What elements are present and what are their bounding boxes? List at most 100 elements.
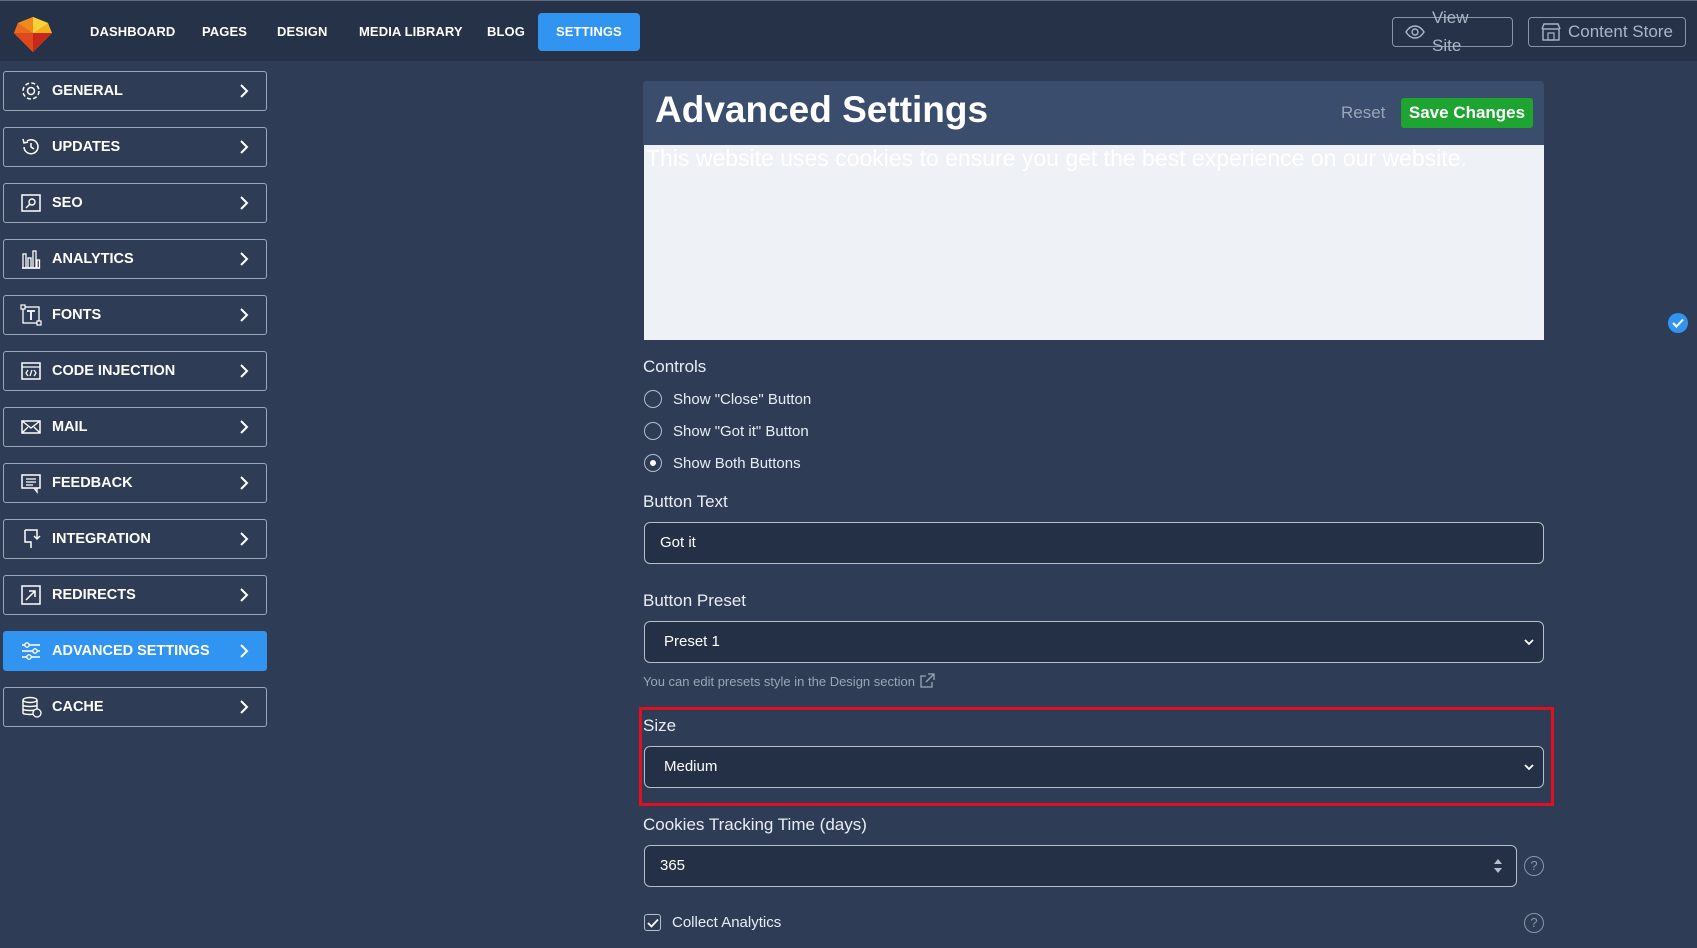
chevron-down-icon xyxy=(1524,639,1534,646)
bar-chart-icon xyxy=(19,248,43,270)
button-text-label: Button Text xyxy=(643,492,728,511)
radio-label: Show "Close" Button xyxy=(673,390,812,408)
external-link-icon[interactable] xyxy=(919,673,935,689)
radio-label: Show "Got it" Button xyxy=(673,422,809,440)
sidebar-item-feedback[interactable]: FEEDBACK xyxy=(3,463,267,503)
chevron-right-icon xyxy=(240,532,249,546)
chevron-right-icon xyxy=(240,196,249,210)
sidebar-item-fonts[interactable]: FONTS xyxy=(3,295,267,335)
chevron-right-icon xyxy=(240,644,249,658)
panel-header: Advanced Settings Reset Save Changes xyxy=(643,81,1544,145)
nav-blog[interactable]: BLOG xyxy=(487,13,525,51)
radio-label: Show Both Buttons xyxy=(673,454,801,472)
radio-button[interactable] xyxy=(644,422,662,440)
history-icon xyxy=(19,136,43,158)
preset-hint: You can edit presets style in the Design… xyxy=(643,673,935,689)
chevron-right-icon xyxy=(240,84,249,98)
seo-icon xyxy=(19,192,43,214)
preset-hint-text: You can edit presets style in the Design… xyxy=(643,673,915,689)
top-navbar: DASHBOARD PAGES DESIGN MEDIA LIBRARY BLO… xyxy=(0,0,1697,61)
store-icon xyxy=(1541,23,1561,41)
check-icon[interactable] xyxy=(1668,313,1688,333)
size-label: Size xyxy=(643,716,677,735)
sidebar-item-label: CACHE xyxy=(52,699,104,715)
button-preset-select[interactable]: Preset 1 xyxy=(644,621,1544,663)
chevron-right-icon xyxy=(240,588,249,602)
sidebar-item-label: UPDATES xyxy=(52,139,121,155)
nav-dashboard[interactable]: DASHBOARD xyxy=(90,13,175,51)
checkbox-checked[interactable] xyxy=(644,914,661,931)
sidebar-item-label: FEEDBACK xyxy=(52,475,133,491)
chevron-right-icon xyxy=(240,364,249,378)
sidebar-item-integration[interactable]: INTEGRATION xyxy=(3,519,267,559)
button-text-input[interactable]: Got it xyxy=(644,522,1544,564)
sidebar-item-label: FONTS xyxy=(52,307,102,323)
sidebar-item-analytics[interactable]: ANALYTICS xyxy=(3,239,267,279)
mail-icon xyxy=(19,416,43,438)
chevron-right-icon xyxy=(240,420,249,434)
cookie-banner-preview: This website uses cookies to ensure you … xyxy=(644,145,1544,340)
collect-analytics-label: Collect Analytics xyxy=(672,914,782,931)
eye-icon xyxy=(1405,25,1425,39)
database-icon xyxy=(19,696,43,718)
sidebar-item-label: GENERAL xyxy=(52,83,123,99)
sidebar-item-label: ADVANCED SETTINGS xyxy=(52,643,210,659)
radio-button-selected[interactable] xyxy=(644,454,662,472)
chevron-right-icon xyxy=(240,140,249,154)
integration-icon xyxy=(19,528,43,550)
view-site-button[interactable]: View Site xyxy=(1392,8,1513,55)
sidebar-item-redirects[interactable]: REDIRECTS xyxy=(3,575,267,615)
feedback-icon xyxy=(19,472,43,494)
tracking-time-input[interactable]: 365 xyxy=(644,845,1517,887)
size-value: Medium xyxy=(664,758,718,775)
chevron-right-icon xyxy=(240,476,249,490)
radio-show-close[interactable]: Show "Close" Button xyxy=(644,390,811,408)
chevron-right-icon xyxy=(240,700,249,714)
chevron-down-icon xyxy=(1524,764,1534,771)
preview-text: This website uses cookies to ensure you … xyxy=(646,145,1467,171)
reset-button[interactable]: Reset xyxy=(1341,103,1385,123)
nav-settings[interactable]: SETTINGS xyxy=(538,13,640,51)
view-site-label: View Site xyxy=(1432,8,1469,55)
content-store-button[interactable]: Content Store xyxy=(1528,17,1686,47)
page-title: Advanced Settings xyxy=(655,89,989,130)
sidebar-item-seo[interactable]: SEO xyxy=(3,183,267,223)
button-preset-label: Button Preset xyxy=(643,591,747,610)
nav-pages[interactable]: PAGES xyxy=(202,13,247,51)
controls-label: Controls xyxy=(643,357,707,376)
radio-show-got-it[interactable]: Show "Got it" Button xyxy=(644,422,809,440)
help-icon[interactable]: ? xyxy=(1524,856,1544,876)
nav-media-library[interactable]: MEDIA LIBRARY xyxy=(359,13,463,51)
button-preset-value: Preset 1 xyxy=(664,633,720,650)
sidebar-item-cache[interactable]: CACHE xyxy=(3,687,267,727)
sidebar-item-label: REDIRECTS xyxy=(52,587,136,603)
sidebar-item-mail[interactable]: MAIL xyxy=(3,407,267,447)
help-icon[interactable]: ? xyxy=(1524,913,1544,933)
sidebar-item-advanced-settings[interactable]: ADVANCED SETTINGS xyxy=(3,631,267,671)
number-spinner-icon[interactable] xyxy=(1492,857,1504,875)
code-icon xyxy=(19,360,43,382)
gear-icon xyxy=(19,80,43,102)
sidebar-item-label: ANALYTICS xyxy=(52,251,134,267)
content-store-label: Content Store xyxy=(1568,22,1673,41)
sidebar-item-general[interactable]: GENERAL xyxy=(3,71,267,111)
tracking-time-value: 365 xyxy=(660,857,686,874)
redirect-icon xyxy=(19,584,43,606)
sidebar-item-label: INTEGRATION xyxy=(52,531,151,547)
sidebar-item-label: SEO xyxy=(52,195,83,211)
sidebar-item-code-injection[interactable]: CODE INJECTION xyxy=(3,351,267,391)
collect-analytics-checkbox-row[interactable]: Collect Analytics xyxy=(644,914,781,931)
size-select[interactable]: Medium xyxy=(644,746,1544,788)
chevron-right-icon xyxy=(240,252,249,266)
radio-button[interactable] xyxy=(644,390,662,408)
app-logo-icon[interactable] xyxy=(12,13,54,53)
sidebar-item-label: MAIL xyxy=(52,419,88,435)
chevron-right-icon xyxy=(240,308,249,322)
nav-design[interactable]: DESIGN xyxy=(277,13,327,51)
sliders-icon xyxy=(19,640,43,662)
radio-show-both[interactable]: Show Both Buttons xyxy=(644,454,801,472)
save-changes-button[interactable]: Save Changes xyxy=(1401,98,1533,128)
tracking-time-label: Cookies Tracking Time (days) xyxy=(643,815,867,834)
sidebar-item-updates[interactable]: UPDATES xyxy=(3,127,267,167)
font-icon xyxy=(19,304,43,326)
